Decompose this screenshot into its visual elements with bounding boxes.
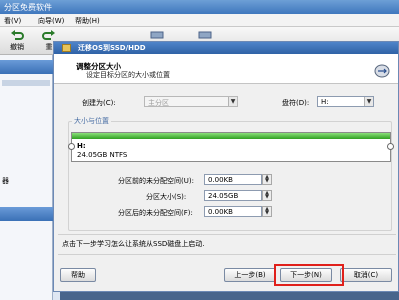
partition-size-label: 分区大小(S):: [146, 193, 187, 201]
dialog-title-bar: 迁移OS到SSD/HDD: [54, 42, 398, 54]
migrate-os-dialog: 迁移OS到SSD/HDD 调整分区大小 设定目标分区的大小或位置 创建为(C):…: [53, 41, 399, 292]
unallocated-after-label: 分区后的未分配空间(F):: [118, 209, 193, 217]
menu-item-view[interactable]: 看(V): [4, 16, 21, 26]
unallocated-after-stepper[interactable]: ▲ ▼: [262, 206, 272, 217]
left-resize-handle[interactable]: [68, 143, 75, 150]
undo-button[interactable]: 撤销: [2, 29, 32, 53]
cancel-button[interactable]: 取消(C): [340, 268, 392, 282]
chevron-down-icon: ▼: [228, 97, 237, 106]
unallocated-after-input[interactable]: 0.00KB: [204, 206, 262, 217]
partition-usage-bar: [72, 133, 390, 139]
create-as-label: 创建为(C):: [82, 99, 116, 107]
unallocated-before-label: 分区前的未分配空间(U):: [118, 177, 194, 185]
divider: [58, 254, 396, 255]
menu-bar: 看(V) 向导(W) 帮助(H): [0, 14, 399, 27]
redo-icon: [42, 30, 55, 40]
group-label: 大小与位置: [72, 116, 111, 126]
unallocated-before-stepper[interactable]: ▲ ▼: [262, 174, 272, 185]
menu-item-help[interactable]: 帮助(H): [75, 16, 100, 26]
app-title: 分区免费软件: [4, 3, 52, 12]
undo-icon: [11, 30, 24, 40]
drive-letter-value: H:: [321, 98, 329, 106]
disk-resize-icon: [374, 64, 390, 78]
undo-label: 撤销: [10, 43, 24, 51]
redo-label: 重: [45, 43, 53, 51]
help-button[interactable]: 帮助: [60, 268, 96, 282]
create-as-value: 主分区: [148, 99, 169, 107]
sidebar-header[interactable]: [0, 60, 53, 74]
chevron-down-icon: ▼: [364, 97, 373, 106]
back-button[interactable]: 上一步(B): [224, 268, 276, 282]
sidebar-item-label[interactable]: 器: [2, 176, 9, 186]
create-as-select: 主分区 ▼: [144, 96, 238, 107]
hint-text: 点击下一步学习怎么让系统从SSD磁盘上启动.: [62, 240, 205, 248]
drive-letter-label: 盘符(D):: [282, 99, 310, 107]
status-strip: [60, 292, 399, 300]
dialog-title: 迁移OS到SSD/HDD: [78, 44, 146, 52]
header-subtitle: 设定目标分区的大小或位置: [86, 71, 170, 79]
right-resize-handle[interactable]: [387, 143, 394, 150]
sidebar-header-2[interactable]: [0, 207, 53, 221]
sidebar-item[interactable]: [2, 80, 50, 86]
divider: [58, 234, 396, 235]
disk-copy-icon[interactable]: [198, 30, 212, 40]
menu-item-wizard[interactable]: 向导(W): [38, 16, 64, 26]
partition-name: H:: [77, 142, 86, 150]
next-button-highlight: [274, 264, 344, 286]
partition-map[interactable]: H: 24.05GB NTFS: [71, 132, 391, 162]
partition-size-input[interactable]: 24.05GB: [204, 190, 262, 201]
disk-icon[interactable]: [150, 30, 164, 40]
unallocated-before-input[interactable]: 0.00KB: [204, 174, 262, 185]
partition-size-stepper[interactable]: ▲ ▼: [262, 190, 272, 201]
partition-info: 24.05GB NTFS: [77, 151, 128, 159]
dialog-app-icon: [62, 44, 71, 52]
app-title-bar: 分区免费软件: [0, 0, 399, 14]
dialog-header: 调整分区大小 设定目标分区的大小或位置: [54, 54, 398, 84]
drive-letter-select[interactable]: H: ▼: [317, 96, 374, 107]
